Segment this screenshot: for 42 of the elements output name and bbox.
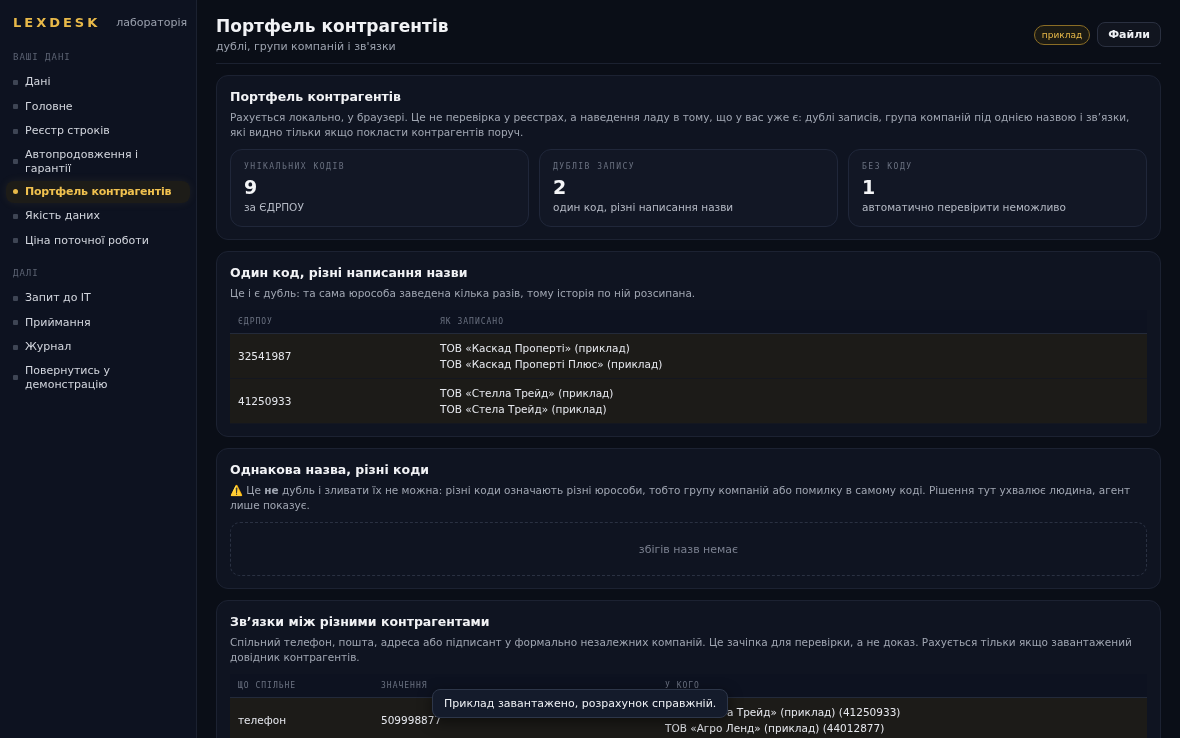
stat-note: за ЄДРПОУ: [244, 201, 305, 213]
stat-value: 9: [244, 176, 259, 198]
stat-value: 1: [862, 176, 877, 198]
table-cell: телефон: [230, 697, 373, 738]
table-cell: 32541987: [230, 333, 432, 379]
stat-label: УНІКАЛЬНИХ КОДІВ: [244, 162, 347, 171]
stat-note: автоматично перевірити неможливо: [862, 201, 1067, 213]
section-title: ВАШІ ДАНІ: [12, 52, 72, 62]
sidebar-item[interactable]: Запит до IT: [6, 287, 190, 310]
sidebar-item[interactable]: Ціна поточної роботи: [6, 229, 190, 252]
table-cell: 41250933: [230, 378, 432, 424]
card-title: Однакова назва, різні коди: [230, 462, 431, 477]
card-description: Рахується локально, у браузері. Це не перевірка у реєстрах, а наведення ладу в тому, що у вас уже є: дублі записів, група компаній під однією назвою і зв’язки, які видно тільки якщо покласти контрагентів поруч.: [230, 110, 1131, 140]
stat-value: 2: [553, 176, 568, 198]
stat-label: БЕЗ КОДУ: [862, 162, 914, 171]
sidebar-item[interactable]: Журнал: [6, 336, 190, 359]
card-description: Спільний телефон, пошта, адреса або підписант у формально незалежних компаній. Це зачіпка для перевірки, а не доказ. Рахується тільки якщо завантажений довідник контрагентів.: [230, 635, 1133, 665]
card-description: Це і є дубль: та сама юрособа заведена кілька разів, тому історія по ній розсипана.: [230, 286, 697, 301]
section-title: ДАЛІ: [12, 268, 40, 278]
sidebar-item[interactable]: Портфель контрагентів: [6, 180, 190, 203]
logo: LEXDESK: [13, 14, 101, 30]
sidebar-item[interactable]: Реєстр строків: [6, 120, 190, 143]
card-description: ⚠ Це не дубль і зливати їх не можна: різні коди означають різні юрособи, тобто групу компаній або помилку в самому коді. Рішення тут ухвалює людина, агент лише показує.: [230, 483, 1132, 513]
card-title: Зв’язки між різними контрагентами: [230, 614, 491, 629]
sidebar-item[interactable]: Приймання: [6, 311, 190, 334]
card-title: Портфель контрагентів: [230, 89, 402, 104]
card-title: Один код, різні написання назви: [230, 265, 469, 280]
sidebar-item[interactable]: Якість даних: [6, 205, 190, 228]
stat-label: ДУБЛІВ ЗАПИСУ: [553, 162, 637, 171]
stat-note: один код, різні написання назви: [553, 201, 735, 213]
files-button[interactable]: Файли: [1097, 22, 1161, 47]
page-title: Портфель контрагентів: [216, 16, 449, 36]
sidebar-item[interactable]: Автопродовження і гарантії: [6, 144, 190, 179]
sidebar-item[interactable]: Головне: [6, 95, 190, 118]
brand-tag: лабораторія: [116, 15, 188, 29]
sidebar-item[interactable]: Дані: [6, 71, 190, 94]
table-cell: ТОВ «Каскад Проперті» (приклад) ТОВ «Каскад Проперті Плюс» (приклад): [432, 333, 1147, 379]
empty-message: збігів назв немає: [638, 542, 739, 556]
table-cell: ТОВ «Стелла Трейд» (приклад) ТОВ «Стела Трейд» (приклад): [432, 378, 1147, 424]
sidebar-item[interactable]: Повернутись у демонстрацію: [6, 360, 190, 395]
sample-badge: приклад: [1033, 24, 1091, 45]
page-subtitle: дублі, групи компаній і зв'язки: [216, 40, 397, 53]
